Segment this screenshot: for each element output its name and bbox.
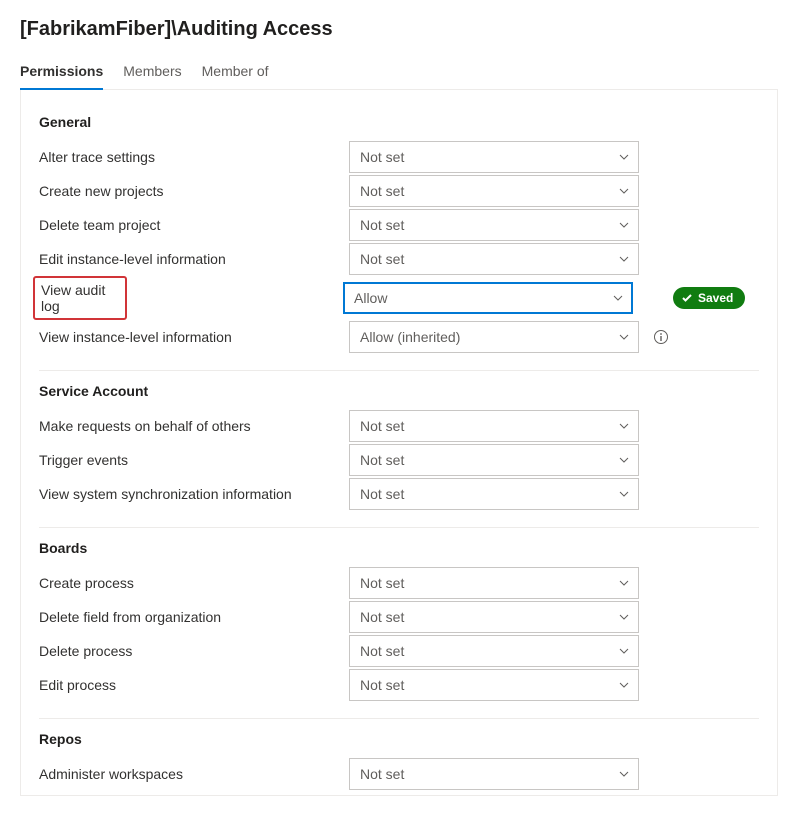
dropdown-value: Not set [360, 217, 404, 233]
section-service-account: Service Account Make requests on behalf … [39, 383, 759, 515]
perm-dropdown-delete-field[interactable]: Not set [349, 601, 639, 633]
perm-dropdown-create-process[interactable]: Not set [349, 567, 639, 599]
perm-row-view-sync: View system synchronization information … [39, 477, 759, 511]
perm-label: Delete field from organization [39, 609, 339, 625]
section-divider [39, 527, 759, 528]
chevron-down-icon [618, 454, 630, 466]
dropdown-value: Not set [360, 643, 404, 659]
perm-row-view-audit: View audit log Allow Saved [39, 276, 759, 320]
section-title-repos: Repos [39, 731, 759, 747]
perm-dropdown-make-requests[interactable]: Not set [349, 410, 639, 442]
perm-label: Create new projects [39, 183, 339, 199]
perm-dropdown-edit-process[interactable]: Not set [349, 669, 639, 701]
dropdown-value: Not set [360, 609, 404, 625]
perm-dropdown-create-projects[interactable]: Not set [349, 175, 639, 207]
dropdown-value: Not set [360, 149, 404, 165]
perm-row-delete-process: Delete process Not set [39, 634, 759, 668]
tabs-bar: Permissions Members Member of [20, 55, 778, 90]
chevron-down-icon [618, 185, 630, 197]
perm-label: Delete team project [39, 217, 339, 233]
dropdown-value: Not set [360, 486, 404, 502]
dropdown-value: Not set [360, 766, 404, 782]
perm-row-make-requests: Make requests on behalf of others Not se… [39, 409, 759, 443]
perm-row-edit-process: Edit process Not set [39, 668, 759, 702]
page-title: [FabrikamFiber]\Auditing Access [20, 18, 778, 41]
chevron-down-icon [618, 219, 630, 231]
perm-dropdown-view-sync[interactable]: Not set [349, 478, 639, 510]
section-repos: Repos Administer workspaces Not set [39, 731, 759, 795]
section-title-general: General [39, 114, 759, 130]
chevron-down-icon [618, 253, 630, 265]
perm-dropdown-view-instance[interactable]: Allow (inherited) [349, 321, 639, 353]
chevron-down-icon [618, 151, 630, 163]
perm-dropdown-delete-project[interactable]: Not set [349, 209, 639, 241]
perm-label: Make requests on behalf of others [39, 418, 339, 434]
dropdown-value: Allow (inherited) [360, 329, 460, 345]
section-divider [39, 370, 759, 371]
chevron-down-icon [618, 488, 630, 500]
perm-dropdown-view-audit[interactable]: Allow [343, 282, 633, 314]
perm-row-delete-project: Delete team project Not set [39, 208, 759, 242]
perm-label: Edit instance-level information [39, 251, 339, 267]
perm-label: Delete process [39, 643, 339, 659]
status-badge-saved: Saved [673, 287, 745, 309]
perm-label: View system synchronization information [39, 486, 339, 502]
section-title-boards: Boards [39, 540, 759, 556]
perm-label: Administer workspaces [39, 766, 339, 782]
perm-row-alter-trace: Alter trace settings Not set [39, 140, 759, 174]
dropdown-value: Not set [360, 452, 404, 468]
tab-members[interactable]: Members [123, 55, 181, 89]
chevron-down-icon [618, 577, 630, 589]
perm-row-edit-instance: Edit instance-level information Not set [39, 242, 759, 276]
info-icon[interactable] [653, 329, 669, 345]
perm-dropdown-delete-process[interactable]: Not set [349, 635, 639, 667]
perm-row-create-process: Create process Not set [39, 566, 759, 600]
chevron-down-icon [618, 645, 630, 657]
perm-row-admin-workspaces: Administer workspaces Not set [39, 757, 759, 791]
perm-label: View instance-level information [39, 329, 339, 345]
perm-label-highlighted: View audit log [33, 276, 127, 320]
check-icon [681, 292, 693, 304]
dropdown-value: Not set [360, 418, 404, 434]
perm-dropdown-edit-instance[interactable]: Not set [349, 243, 639, 275]
perm-dropdown-admin-workspaces[interactable]: Not set [349, 758, 639, 790]
tab-permissions[interactable]: Permissions [20, 55, 103, 89]
section-title-service: Service Account [39, 383, 759, 399]
dropdown-value: Not set [360, 251, 404, 267]
dropdown-value: Allow [354, 290, 387, 306]
chevron-down-icon [612, 292, 624, 304]
permissions-panel: General Alter trace settings Not set Cre… [20, 90, 778, 796]
chevron-down-icon [618, 420, 630, 432]
section-boards: Boards Create process Not set Delete fie… [39, 540, 759, 706]
chevron-down-icon [618, 331, 630, 343]
section-divider [39, 718, 759, 719]
chevron-down-icon [618, 611, 630, 623]
dropdown-value: Not set [360, 183, 404, 199]
perm-row-create-projects: Create new projects Not set [39, 174, 759, 208]
perm-label: Alter trace settings [39, 149, 339, 165]
perm-dropdown-alter-trace[interactable]: Not set [349, 141, 639, 173]
perm-label: Edit process [39, 677, 339, 693]
tab-member-of[interactable]: Member of [202, 55, 269, 89]
perm-row-trigger-events: Trigger events Not set [39, 443, 759, 477]
dropdown-value: Not set [360, 575, 404, 591]
perm-dropdown-trigger-events[interactable]: Not set [349, 444, 639, 476]
perm-row-view-instance: View instance-level information Allow (i… [39, 320, 759, 354]
chevron-down-icon [618, 768, 630, 780]
chevron-down-icon [618, 679, 630, 691]
perm-label: Create process [39, 575, 339, 591]
perm-label: Trigger events [39, 452, 339, 468]
status-badge-label: Saved [698, 291, 733, 305]
perm-row-delete-field: Delete field from organization Not set [39, 600, 759, 634]
dropdown-value: Not set [360, 677, 404, 693]
section-general: General Alter trace settings Not set Cre… [39, 114, 759, 358]
